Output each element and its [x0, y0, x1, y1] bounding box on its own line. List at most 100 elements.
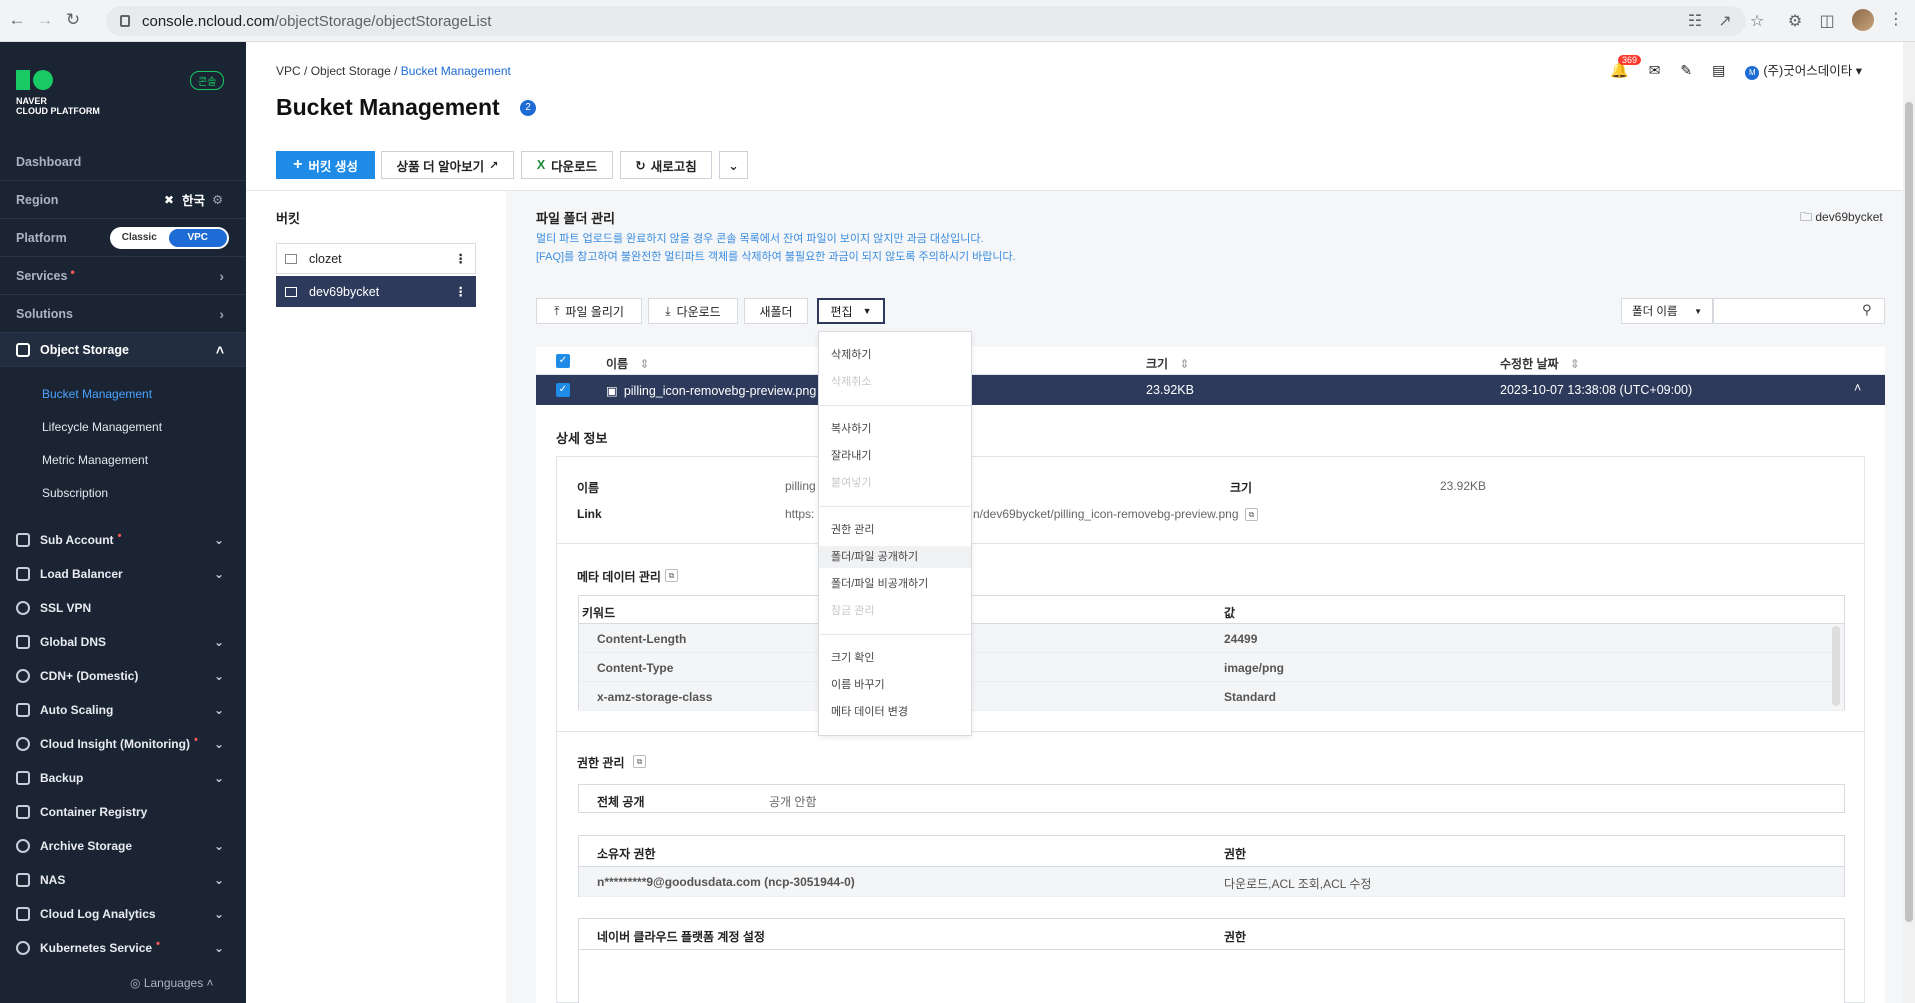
back-icon[interactable]: ←: [6, 10, 28, 30]
col-modified-label: 수정한 날짜: [1500, 357, 1559, 371]
page-scrollbar[interactable]: [1903, 42, 1915, 1003]
share-icon[interactable]: ↗: [1714, 11, 1736, 31]
edit-note-icon[interactable]: ✎: [1680, 62, 1692, 79]
sidebar-svc-cloud-log-analytics[interactable]: Cloud Log Analytics ⌄: [0, 897, 246, 931]
sidebar-svc-sub-account[interactable]: Sub Account • ⌄: [0, 523, 246, 557]
sidebar-svc-cloud-insight[interactable]: Cloud Insight (Monitoring) • ⌄: [0, 727, 246, 761]
plus-icon: +: [293, 156, 303, 173]
search-input[interactable]: [1713, 298, 1885, 324]
create-bucket-button[interactable]: + 버킷 생성: [276, 151, 375, 179]
download-icon: ⤓: [665, 303, 671, 318]
menu-make-private[interactable]: 폴더/파일 비공개하기: [819, 573, 971, 595]
console-badge[interactable]: 콘솔: [190, 71, 225, 90]
page-scroll-thumb[interactable]: [1905, 102, 1913, 922]
side-panel-icon[interactable]: ◫: [1816, 11, 1838, 31]
sidebar-sub-metric[interactable]: Metric Management: [42, 453, 148, 467]
menu-delete[interactable]: 삭제하기: [819, 344, 971, 366]
row-checkbox[interactable]: ✓: [556, 383, 570, 397]
chevron-down-icon: ⌄: [213, 737, 224, 751]
user-menu[interactable]: M (주)굿어스데이타 ▾: [1745, 60, 1862, 80]
sidebar-item-dashboard[interactable]: Dashboard: [0, 143, 246, 181]
sidebar-item-solutions[interactable]: Solutions ›: [0, 295, 246, 333]
sidebar-svc-container-registry[interactable]: Container Registry: [0, 795, 246, 829]
sidebar-item-services[interactable]: Services • ›: [0, 257, 246, 295]
menu-check-size[interactable]: 크기 확인: [819, 647, 971, 669]
col-modified[interactable]: 수정한 날짜 ⇕: [1500, 355, 1580, 372]
region-settings-icon[interactable]: ⚙: [212, 192, 223, 207]
sidebar-svc-kubernetes[interactable]: Kubernetes Service • ⌄: [0, 931, 246, 965]
sidebar-svc-global-dns[interactable]: Global DNS ⌄: [0, 625, 246, 659]
sidebar-sub-subscription[interactable]: Subscription: [42, 486, 108, 500]
sidebar-svc-archive-storage[interactable]: Archive Storage ⌄: [0, 829, 246, 863]
menu-permission[interactable]: 권한 관리: [819, 519, 971, 541]
more-vertical-icon[interactable]: ⋮: [455, 251, 468, 266]
detail-link-start[interactable]: https:: [785, 507, 814, 521]
breadcrumb-vpc[interactable]: VPC: [276, 64, 301, 78]
menu-divider: [819, 634, 971, 635]
reload-icon[interactable]: ↻: [62, 10, 84, 30]
refresh-button[interactable]: ↻ 새로고침: [620, 151, 712, 179]
learn-more-button[interactable]: 상품 더 알아보기 ↗: [381, 151, 514, 179]
meta-copy-icon[interactable]: ⧉: [665, 569, 678, 582]
notification-bell-icon[interactable]: 🔔 369: [1610, 55, 1642, 79]
download-button[interactable]: X 다운로드: [521, 151, 613, 179]
sidebar-svc-auto-scaling[interactable]: Auto Scaling ⌄: [0, 693, 246, 727]
languages-button[interactable]: ◎ Languages ˄: [130, 976, 214, 990]
message-icon[interactable]: ✉: [1649, 62, 1661, 79]
faq-info[interactable]: [FAQ]를 참고하여 불완전한 멀티파트 객체를 삭제하여 불필요한 과금이 …: [536, 248, 1016, 264]
detail-link-end[interactable]: n/dev69bycket/pilling_icon-removebg-prev…: [973, 507, 1239, 521]
object-storage-label: Object Storage: [40, 342, 129, 357]
menu-more-icon[interactable]: ⋮: [1888, 9, 1904, 29]
menu-make-public[interactable]: 폴더/파일 공개하기: [819, 546, 971, 568]
breadcrumb-current[interactable]: Bucket Management: [401, 64, 511, 78]
platform-vpc[interactable]: VPC: [168, 228, 227, 247]
menu-change-metadata[interactable]: 메타 데이터 변경: [819, 701, 971, 723]
divider: [557, 543, 1864, 544]
edit-dropdown-button[interactable]: 편집 ▼: [817, 298, 885, 324]
table-row[interactable]: ✓ ▣ pilling_icon-removebg-preview.png 23.…: [536, 375, 1885, 405]
col-size[interactable]: 크기 ⇕: [1146, 355, 1190, 372]
bucket-item-clozet[interactable]: clozet ⋮: [276, 243, 476, 274]
bookmark-star-icon[interactable]: ☆: [1746, 11, 1768, 31]
region-close-icon[interactable]: ✖: [164, 193, 174, 207]
upload-icon: ⤒: [554, 303, 560, 318]
forward-icon[interactable]: →: [34, 10, 56, 30]
menu-cut[interactable]: 잘라내기: [819, 445, 971, 467]
help-badge[interactable]: 2: [520, 100, 536, 116]
naver-cloud-logo[interactable]: NAVER CLOUD PLATFORM: [16, 70, 100, 116]
bucket-item-dev69bycket[interactable]: dev69bycket ⋮: [276, 276, 476, 307]
sidebar-region[interactable]: Region ✖ 한국 ⚙: [0, 181, 246, 219]
copy-link-icon[interactable]: ⧉: [1245, 508, 1258, 521]
profile-avatar[interactable]: [1852, 9, 1874, 31]
sidebar-svc-ssl-vpn[interactable]: SSL VPN: [0, 591, 246, 625]
bucket-list-title: 버킷: [276, 211, 300, 226]
download-file-button[interactable]: ⤓ 다운로드: [648, 298, 738, 324]
select-all-checkbox[interactable]: ✓: [556, 354, 570, 368]
sidebar-sub-lifecycle[interactable]: Lifecycle Management: [42, 420, 162, 434]
sidebar-svc-load-balancer[interactable]: Load Balancer ⌄: [0, 557, 246, 591]
search-type-select[interactable]: 폴더 이름 ▼: [1621, 298, 1713, 324]
collapse-icon[interactable]: ˄: [1854, 381, 1861, 395]
col-name[interactable]: 이름 ⇕: [606, 355, 650, 372]
meta-scrollbar[interactable]: [1832, 626, 1840, 706]
menu-copy[interactable]: 복사하기: [819, 418, 971, 440]
sidebar-item-object-storage[interactable]: Object Storage ˄: [0, 333, 246, 367]
new-folder-button[interactable]: 새폴더: [744, 298, 808, 324]
platform-classic[interactable]: Classic: [110, 232, 169, 243]
sidebar-svc-cdn[interactable]: CDN+ (Domestic) ⌄: [0, 659, 246, 693]
more-vertical-icon[interactable]: ⋮: [455, 284, 468, 299]
sidebar-svc-nas[interactable]: NAS ⌄: [0, 863, 246, 897]
extensions-icon[interactable]: ⚙: [1784, 11, 1806, 31]
menu-rename[interactable]: 이름 바꾸기: [819, 674, 971, 696]
permission-copy-icon[interactable]: ⧉: [633, 755, 646, 768]
upload-file-button[interactable]: ⤒ 파일 올리기: [536, 298, 642, 324]
sidebar-sub-bucket-management[interactable]: Bucket Management: [42, 387, 152, 401]
translate-icon[interactable]: ☷: [1684, 11, 1706, 31]
book-icon[interactable]: ▤: [1712, 62, 1725, 79]
address-bar[interactable]: console.ncloud.com/objectStorage/objectS…: [106, 6, 1746, 36]
breadcrumb-object-storage[interactable]: Object Storage: [311, 64, 391, 78]
sidebar-svc-backup[interactable]: Backup ⌄: [0, 761, 246, 795]
search-icon[interactable]: ⚲: [1862, 302, 1872, 318]
platform-toggle[interactable]: Classic VPC: [110, 226, 229, 249]
more-dropdown-button[interactable]: ⌄: [719, 151, 748, 179]
